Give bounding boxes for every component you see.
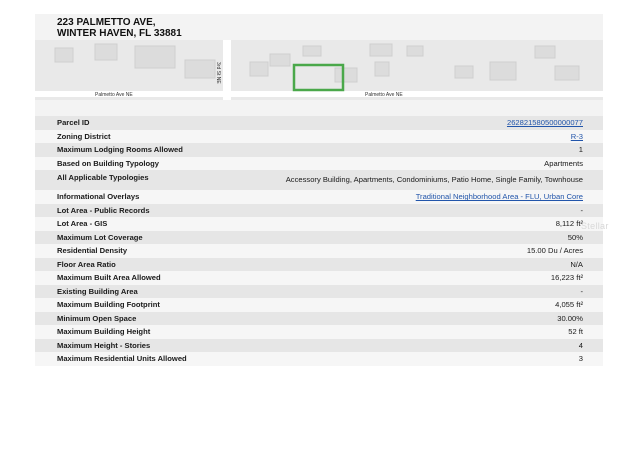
street-label-right: Palmetto Ave NE [365, 92, 403, 98]
row-value: 52 ft [568, 327, 583, 337]
parcel-id-link[interactable]: 262821580500000077 [507, 118, 583, 127]
map-canvas [35, 40, 603, 100]
row-value: - [580, 286, 583, 296]
row-value: 4 [578, 340, 583, 350]
row-applicable-typologies: All Applicable Typologies Accessory Buil… [35, 170, 603, 190]
row-label: Existing Building Area [57, 286, 138, 296]
row-label: Parcel ID [57, 118, 90, 128]
row-label: Maximum Lodging Rooms Allowed [57, 145, 183, 155]
row-label: Maximum Building Footprint [57, 300, 160, 310]
row-max-building-footprint: Maximum Building Footprint 4,055 ft² [35, 298, 603, 312]
overlays-link[interactable]: Traditional Neighborhood Area - FLU, Urb… [416, 192, 583, 201]
row-value: - [580, 205, 583, 215]
row-value: N/A [570, 259, 583, 269]
row-label: Informational Overlays [57, 192, 140, 202]
row-informational-overlays: Informational Overlays Traditional Neigh… [35, 190, 603, 204]
row-label: Residential Density [57, 246, 128, 256]
row-max-lodging-rooms: Maximum Lodging Rooms Allowed 1 [35, 143, 603, 157]
row-existing-building-area: Existing Building Area - [35, 284, 603, 298]
row-label: Lot Area - Public Records [57, 205, 150, 215]
row-max-height-stories: Maximum Height - Stories 4 [35, 338, 603, 352]
address-line-1: 223 PALMETTO AVE, [57, 17, 156, 28]
row-label: Minimum Open Space [57, 313, 137, 323]
row-label: Based on Building Typology [57, 158, 159, 168]
watermark: Stellar [581, 221, 609, 231]
row-label: Maximum Residential Units Allowed [57, 354, 187, 364]
row-max-built-area: Maximum Built Area Allowed 16,223 ft² [35, 271, 603, 285]
row-label: Lot Area - GIS [57, 219, 108, 229]
row-parcel-id: Parcel ID 262821580500000077 [35, 116, 603, 130]
row-value: Accessory Building, Apartments, Condomin… [285, 175, 583, 184]
address-line-2: WINTER HAVEN, FL 33881 [57, 28, 182, 39]
row-value: 16,223 ft² [550, 273, 583, 283]
row-label: Maximum Building Height [57, 327, 151, 337]
row-zoning-district: Zoning District R-3 [35, 129, 603, 143]
zoning-district-link[interactable]: R-3 [571, 132, 583, 141]
row-value: 30.00% [557, 313, 583, 323]
row-label: All Applicable Typologies [57, 173, 149, 182]
row-max-building-height: Maximum Building Height 52 ft [35, 325, 603, 339]
row-lot-area-public: Lot Area - Public Records - [35, 203, 603, 217]
row-label: Maximum Lot Coverage [57, 232, 143, 242]
street-label-vertical: 3rd St NE [215, 62, 221, 84]
row-max-residential-units: Maximum Residential Units Allowed 3 [35, 352, 603, 366]
row-value: 3 [578, 354, 583, 364]
row-value: 1 [578, 145, 583, 155]
row-label: Floor Area Ratio [57, 259, 116, 269]
row-residential-density: Residential Density 15.00 Du / Acres [35, 244, 603, 258]
row-value: 8,112 ft² [555, 219, 583, 229]
row-value: 15.00 Du / Acres [526, 246, 583, 256]
parcel-map[interactable]: Palmetto Ave NE Palmetto Ave NE 3rd St N… [35, 40, 603, 100]
row-max-lot-coverage: Maximum Lot Coverage 50% [35, 230, 603, 244]
property-address: 223 PALMETTO AVE, WINTER HAVEN, FL 33881 [57, 17, 182, 39]
row-min-open-space: Minimum Open Space 30.00% [35, 311, 603, 325]
row-floor-area-ratio: Floor Area Ratio N/A [35, 257, 603, 271]
street-label-left: Palmetto Ave NE [95, 92, 133, 98]
zoning-details-table: Parcel ID 262821580500000077 Zoning Dist… [35, 116, 603, 366]
row-value: 4,055 ft² [555, 300, 583, 310]
row-label: Zoning District [57, 131, 111, 141]
row-value: Apartments [544, 158, 583, 168]
row-building-typology: Based on Building Typology Apartments [35, 156, 603, 170]
row-label: Maximum Height - Stories [57, 340, 151, 350]
row-label: Maximum Built Area Allowed [57, 273, 161, 283]
row-lot-area-gis: Lot Area - GIS 8,112 ft² [35, 217, 603, 231]
row-value: 50% [567, 232, 583, 242]
